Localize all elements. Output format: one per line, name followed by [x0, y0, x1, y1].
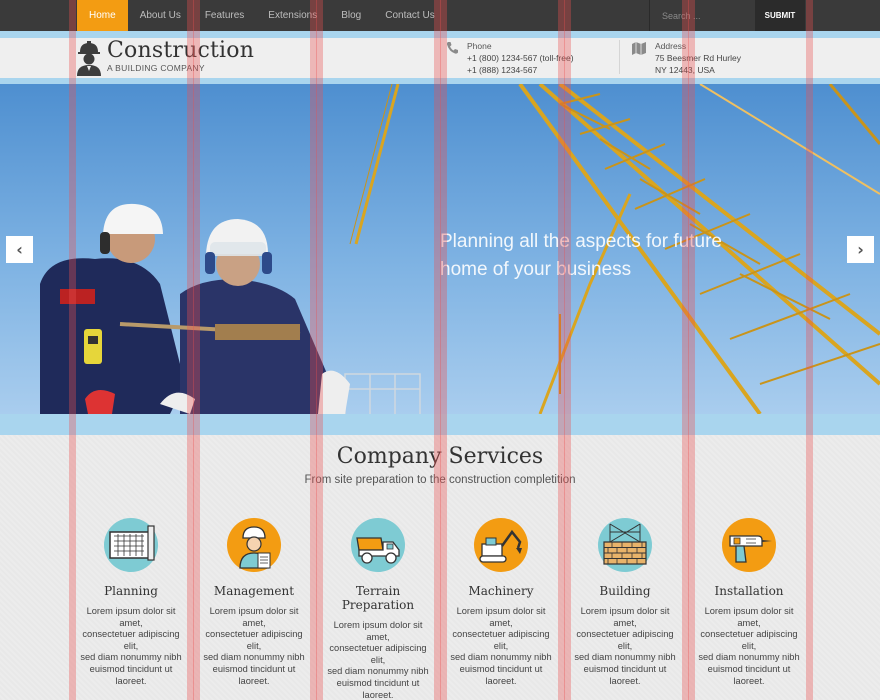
service-description: Lorem ipsum dolor sit amet, consectetuer… — [693, 606, 805, 687]
desc-line: consectetuer adipiscing elit, — [700, 629, 798, 651]
dump-truck-icon — [351, 518, 405, 572]
phone-title: Phone — [467, 41, 492, 51]
service-description: Lorem ipsum dolor sit amet, consectetuer… — [75, 606, 187, 687]
desc-line: euismod tincidunt ut — [336, 677, 420, 688]
hero-caption-line-2: home of your business — [440, 259, 632, 280]
service-planning[interactable]: Planning Lorem ipsum dolor sit amet, con… — [75, 518, 187, 687]
grid-column-overlay — [193, 0, 200, 700]
submit-button[interactable]: SUBMIT — [755, 0, 805, 31]
page: Home About Us Features Extensions Blog C… — [0, 0, 880, 700]
main-menu: Home About Us Features Extensions Blog C… — [77, 0, 447, 31]
grid-column-overlay — [440, 0, 447, 700]
worker-logo-icon[interactable] — [76, 40, 102, 76]
desc-line: laoreet. — [485, 675, 517, 686]
service-name: Planning — [104, 584, 158, 598]
grid-column-overlay — [316, 0, 323, 700]
desc-line: euismod tincidunt ut — [459, 663, 543, 674]
desc-line: Lorem ipsum dolor sit amet, — [456, 606, 546, 628]
service-description: Lorem ipsum dolor sit amet, consectetuer… — [569, 606, 681, 687]
desc-line: Lorem ipsum dolor sit amet, — [580, 606, 670, 628]
contact-divider — [619, 40, 620, 74]
hero-caption-line-1: Planning all the aspects for future — [440, 231, 723, 252]
grid-column-overlay — [564, 0, 571, 700]
grid-column-overlay — [688, 0, 695, 700]
chevron-left-icon: ‹ — [16, 240, 23, 259]
blueprint-icon — [104, 518, 158, 572]
service-terrain-preparation[interactable]: Terrain Preparation Lorem ipsum dolor si… — [322, 518, 434, 700]
desc-line: sed diam nonummy nibh — [450, 652, 552, 663]
desc-line: Lorem ipsum dolor sit amet, — [333, 620, 423, 642]
service-description: Lorem ipsum dolor sit amet, consectetuer… — [322, 620, 434, 700]
nav-blog[interactable]: Blog — [329, 0, 373, 31]
service-description: Lorem ipsum dolor sit amet, consectetuer… — [445, 606, 557, 687]
brand-name[interactable]: Construction — [107, 38, 254, 63]
desc-line: sed diam nonummy nibh — [698, 652, 800, 663]
phone-icon — [446, 42, 458, 54]
service-name: Management — [213, 584, 295, 598]
desc-line: euismod tincidunt ut — [583, 663, 667, 674]
engineer-icon — [227, 518, 281, 572]
service-name: Installation — [714, 584, 784, 598]
address-line-1: 75 Beesmer Rd Hurley — [655, 53, 741, 63]
desc-line: laoreet. — [609, 675, 641, 686]
slider-next-button[interactable]: › — [847, 236, 874, 263]
desc-line: sed diam nonummy nibh — [80, 652, 182, 663]
desc-line: Lorem ipsum dolor sit amet, — [704, 606, 794, 628]
desc-line: euismod tincidunt ut — [212, 663, 296, 674]
desc-line: laoreet. — [733, 675, 765, 686]
desc-line: euismod tincidunt ut — [707, 663, 791, 674]
desc-line: consectetuer adipiscing elit, — [329, 643, 427, 665]
desc-line: euismod tincidunt ut — [89, 663, 173, 674]
service-building[interactable]: Building Lorem ipsum dolor sit amet, con… — [569, 518, 681, 687]
desc-line: Lorem ipsum dolor sit amet, — [86, 606, 176, 628]
service-name: Building — [599, 584, 651, 598]
phone-second: +1 (888) 1234-567 — [467, 65, 538, 75]
nav-features[interactable]: Features — [193, 0, 256, 31]
nav-about-us[interactable]: About Us — [128, 0, 193, 31]
grid-column-overlay — [69, 0, 76, 700]
desc-line: consectetuer adipiscing elit, — [576, 629, 674, 651]
service-name: Terrain Preparation — [341, 584, 415, 612]
map-icon — [632, 42, 646, 55]
desc-line: sed diam nonummy nibh — [203, 652, 305, 663]
desc-line: sed diam nonummy nibh — [574, 652, 676, 663]
nav-home[interactable]: Home — [77, 0, 128, 31]
service-machinery[interactable]: Machinery Lorem ipsum dolor sit amet, co… — [445, 518, 557, 687]
service-management[interactable]: Management Lorem ipsum dolor sit amet, c… — [198, 518, 310, 687]
service-installation[interactable]: Installation Lorem ipsum dolor sit amet,… — [693, 518, 805, 687]
desc-line: laoreet. — [238, 675, 270, 686]
desc-line: consectetuer adipiscing elit, — [205, 629, 303, 651]
slider-prev-button[interactable]: ‹ — [6, 236, 33, 263]
desc-line: laoreet. — [115, 675, 147, 686]
desc-line: consectetuer adipiscing elit, — [452, 629, 550, 651]
service-description: Lorem ipsum dolor sit amet, consectetuer… — [198, 606, 310, 687]
drill-icon — [722, 518, 776, 572]
service-name: Machinery — [468, 584, 534, 598]
grid-column-overlay — [806, 0, 813, 700]
excavator-icon — [474, 518, 528, 572]
desc-line: Lorem ipsum dolor sit amet, — [209, 606, 299, 628]
desc-line: laoreet. — [362, 689, 394, 700]
desc-line: consectetuer adipiscing elit, — [82, 629, 180, 651]
chevron-right-icon: › — [857, 240, 864, 259]
brick-wall-icon — [598, 518, 652, 572]
search-input[interactable]: Search ... — [649, 0, 755, 31]
hero-caption: Planning all the aspects for future home… — [440, 228, 770, 284]
desc-line: sed diam nonummy nibh — [327, 666, 429, 677]
